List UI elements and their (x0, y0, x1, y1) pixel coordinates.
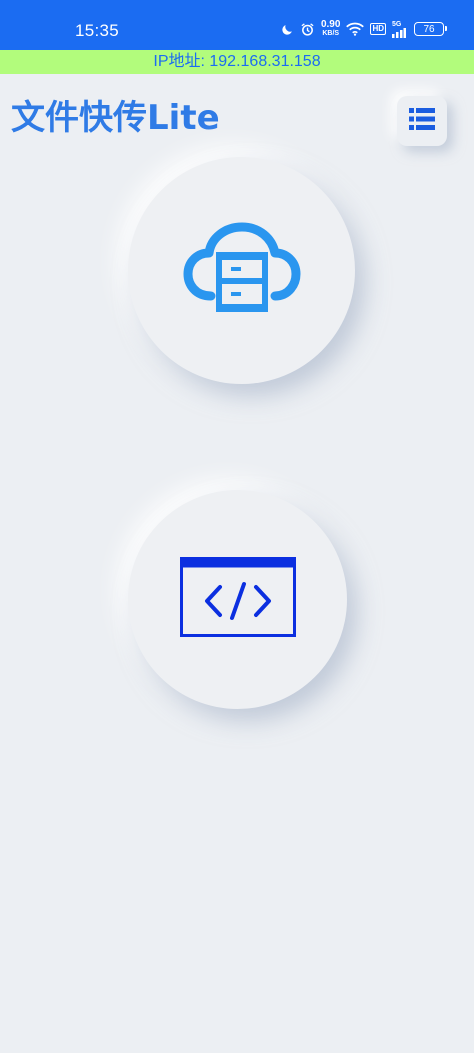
battery-indicator: 76 (414, 22, 447, 36)
net-speed-value: 0.90 (320, 19, 341, 30)
status-bar: 15:35 0.90 KB/S HD 5G 76 (0, 0, 474, 50)
status-icons: 0.90 KB/S HD 5G 76 (281, 18, 447, 40)
cloud-server-icon (183, 222, 301, 319)
wifi-icon (346, 22, 365, 36)
status-time: 15:35 (75, 21, 120, 40)
menu-button[interactable] (397, 96, 447, 146)
moon-icon (281, 23, 294, 36)
list-icon (409, 107, 435, 135)
alarm-icon (300, 22, 315, 37)
network-type-label: 5G (392, 20, 402, 28)
signal-group: 5G (392, 21, 406, 38)
ip-address-banner: IP地址: 192.168.31.158 (0, 50, 474, 74)
net-speed: 0.90 KB/S (321, 20, 340, 38)
hd-badge: HD (370, 23, 386, 35)
net-speed-unit: KB/S (322, 30, 340, 37)
web-code-button[interactable] (128, 490, 347, 709)
file-server-button[interactable] (128, 157, 355, 384)
signal-icon (392, 27, 406, 38)
app-title: 文件快传Lite (11, 98, 220, 138)
code-window-icon (179, 557, 296, 642)
